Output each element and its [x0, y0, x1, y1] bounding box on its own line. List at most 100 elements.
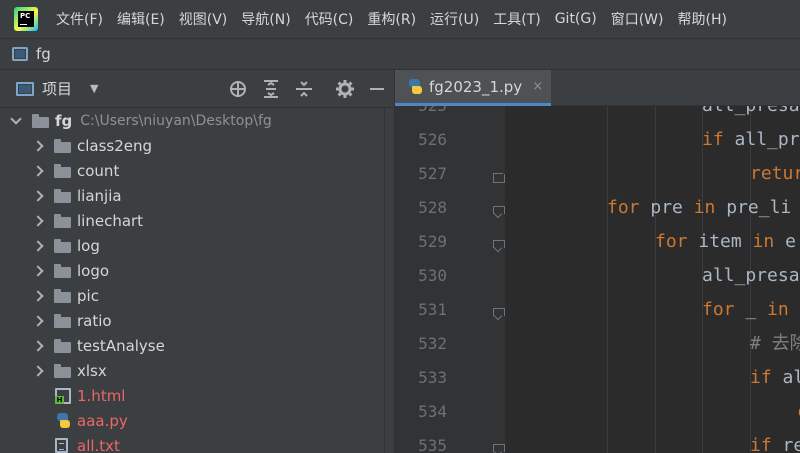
fold-end-icon[interactable]: [493, 172, 505, 184]
menu-view[interactable]: 视图(V): [179, 9, 228, 29]
chevron-right-icon[interactable]: [32, 215, 44, 227]
tree-file-all-txt[interactable]: all.txt: [0, 433, 384, 453]
folder-icon: [32, 113, 49, 128]
menu-git[interactable]: Git(G): [555, 11, 597, 27]
code-line-532: # 去除: [750, 333, 800, 354]
chevron-right-icon[interactable]: [32, 340, 44, 352]
folder-icon: [54, 288, 71, 303]
tree-root-fg[interactable]: fg C:\Users\niuyan\Desktop\fg: [0, 108, 384, 133]
folder-icon: [54, 238, 71, 253]
tree-folder-class2eng[interactable]: class2eng: [0, 133, 384, 158]
project-panel-title[interactable]: 项目: [42, 78, 72, 99]
python-file-icon: [407, 78, 423, 95]
file-label: 1.html: [77, 386, 126, 405]
fold-open-icon[interactable]: [493, 444, 505, 453]
minimize-icon[interactable]: [367, 79, 387, 99]
menu-edit[interactable]: 编辑(E): [117, 9, 165, 29]
code-line-533: if al: [750, 367, 800, 388]
chevron-right-icon[interactable]: [32, 315, 44, 327]
folder-icon: [54, 263, 71, 278]
chevron-right-icon[interactable]: [32, 165, 44, 177]
chevron-right-icon[interactable]: [32, 265, 44, 277]
tree-folder-log[interactable]: log: [0, 233, 384, 258]
pycharm-logo-icon[interactable]: PC: [14, 7, 38, 31]
line-number: 531: [418, 300, 447, 319]
project-name[interactable]: fg: [36, 45, 51, 63]
folder-icon: [54, 338, 71, 353]
line-number: 534: [418, 402, 447, 421]
code-line-528: for pre in pre_li: [607, 197, 792, 218]
menu-navigate[interactable]: 导航(N): [241, 9, 290, 29]
tree-folder-lianjia[interactable]: lianjia: [0, 183, 384, 208]
logo-text: PC: [20, 12, 31, 20]
chevron-right-icon[interactable]: [32, 365, 44, 377]
menu-file[interactable]: 文件(F): [56, 9, 103, 29]
menu-tools[interactable]: 工具(T): [493, 9, 540, 29]
menu-help[interactable]: 帮助(H): [677, 9, 726, 29]
tree-folder-linechart[interactable]: linechart: [0, 208, 384, 233]
folder-icon: [54, 138, 71, 153]
code-line-531: for _ in: [702, 299, 789, 320]
project-view-icon: [16, 81, 34, 96]
fold-open-icon[interactable]: [493, 240, 505, 252]
menu-code[interactable]: 代码(C): [305, 9, 354, 29]
chevron-right-icon[interactable]: [32, 290, 44, 302]
chevron-right-icon[interactable]: [32, 140, 44, 152]
folder-icon: [54, 163, 71, 178]
line-number: 527: [418, 164, 447, 183]
tree-folder-ratio[interactable]: ratio: [0, 308, 384, 333]
folder-label: count: [77, 161, 120, 180]
chevron-right-icon[interactable]: [32, 240, 44, 252]
root-folder-path: C:\Users\niuyan\Desktop\fg: [80, 112, 272, 129]
expand-all-icon[interactable]: [261, 79, 281, 99]
line-number: 532: [418, 334, 447, 353]
crosshair-icon[interactable]: [228, 79, 248, 99]
project-panel-header: 项目 ▼: [0, 70, 394, 108]
code-line-529: for item in e: [655, 231, 796, 252]
folder-label: logo: [77, 261, 110, 280]
collapse-all-icon[interactable]: [294, 79, 314, 99]
tree-folder-logo[interactable]: logo: [0, 258, 384, 283]
navigation-bar: fg: [0, 38, 800, 70]
tree-folder-count[interactable]: count: [0, 158, 384, 183]
editor-tab-fg2023-1-py[interactable]: fg2023_1.py ×: [395, 70, 551, 106]
chevron-down-icon[interactable]: [10, 115, 22, 127]
tree-folder-testanalyse[interactable]: testAnalyse: [0, 333, 384, 358]
fold-open-icon[interactable]: [493, 206, 505, 218]
tree-scrollbar[interactable]: [384, 108, 394, 453]
file-label: aaa.py: [77, 411, 128, 430]
python-file-icon: [55, 412, 71, 429]
indent-guide: [607, 106, 608, 453]
menu-window[interactable]: 窗口(W): [611, 9, 664, 29]
folder-icon: [54, 188, 71, 203]
folder-icon: [54, 313, 71, 328]
tree-folder-xlsx[interactable]: xlsx: [0, 358, 384, 383]
code-line-530: all_presa: [702, 265, 800, 286]
folder-label: log: [77, 236, 100, 255]
close-icon[interactable]: ×: [532, 79, 543, 94]
folder-label: class2eng: [77, 136, 153, 155]
file-label: all.txt: [77, 436, 120, 453]
code-area[interactable]: all_presa if all_pr retur for pre in pre…: [505, 106, 800, 453]
tree-file-1-html[interactable]: H 1.html: [0, 383, 384, 408]
code-line-525: all_presa: [702, 106, 800, 123]
tab-label: fg2023_1.py: [429, 77, 523, 96]
line-number: 525: [395, 106, 447, 115]
folder-label: pic: [77, 286, 99, 305]
line-number: 533: [418, 368, 447, 387]
gear-icon[interactable]: [335, 79, 355, 99]
line-number: 528: [418, 198, 447, 217]
folder-label: testAnalyse: [77, 336, 165, 355]
html-file-icon: H: [55, 387, 71, 404]
menu-refactor[interactable]: 重构(R): [367, 9, 416, 29]
folder-label: lianjia: [77, 186, 122, 205]
chevron-down-icon[interactable]: ▼: [90, 82, 98, 95]
chevron-right-icon[interactable]: [32, 190, 44, 202]
menu-run[interactable]: 运行(U): [430, 9, 479, 29]
fold-open-icon[interactable]: [493, 308, 505, 320]
line-number: 535: [418, 436, 447, 453]
tree-folder-pic[interactable]: pic: [0, 283, 384, 308]
root-folder-name: fg: [55, 111, 73, 130]
tree-file-aaa-py[interactable]: aaa.py: [0, 408, 384, 433]
folder-label: linechart: [77, 211, 144, 230]
